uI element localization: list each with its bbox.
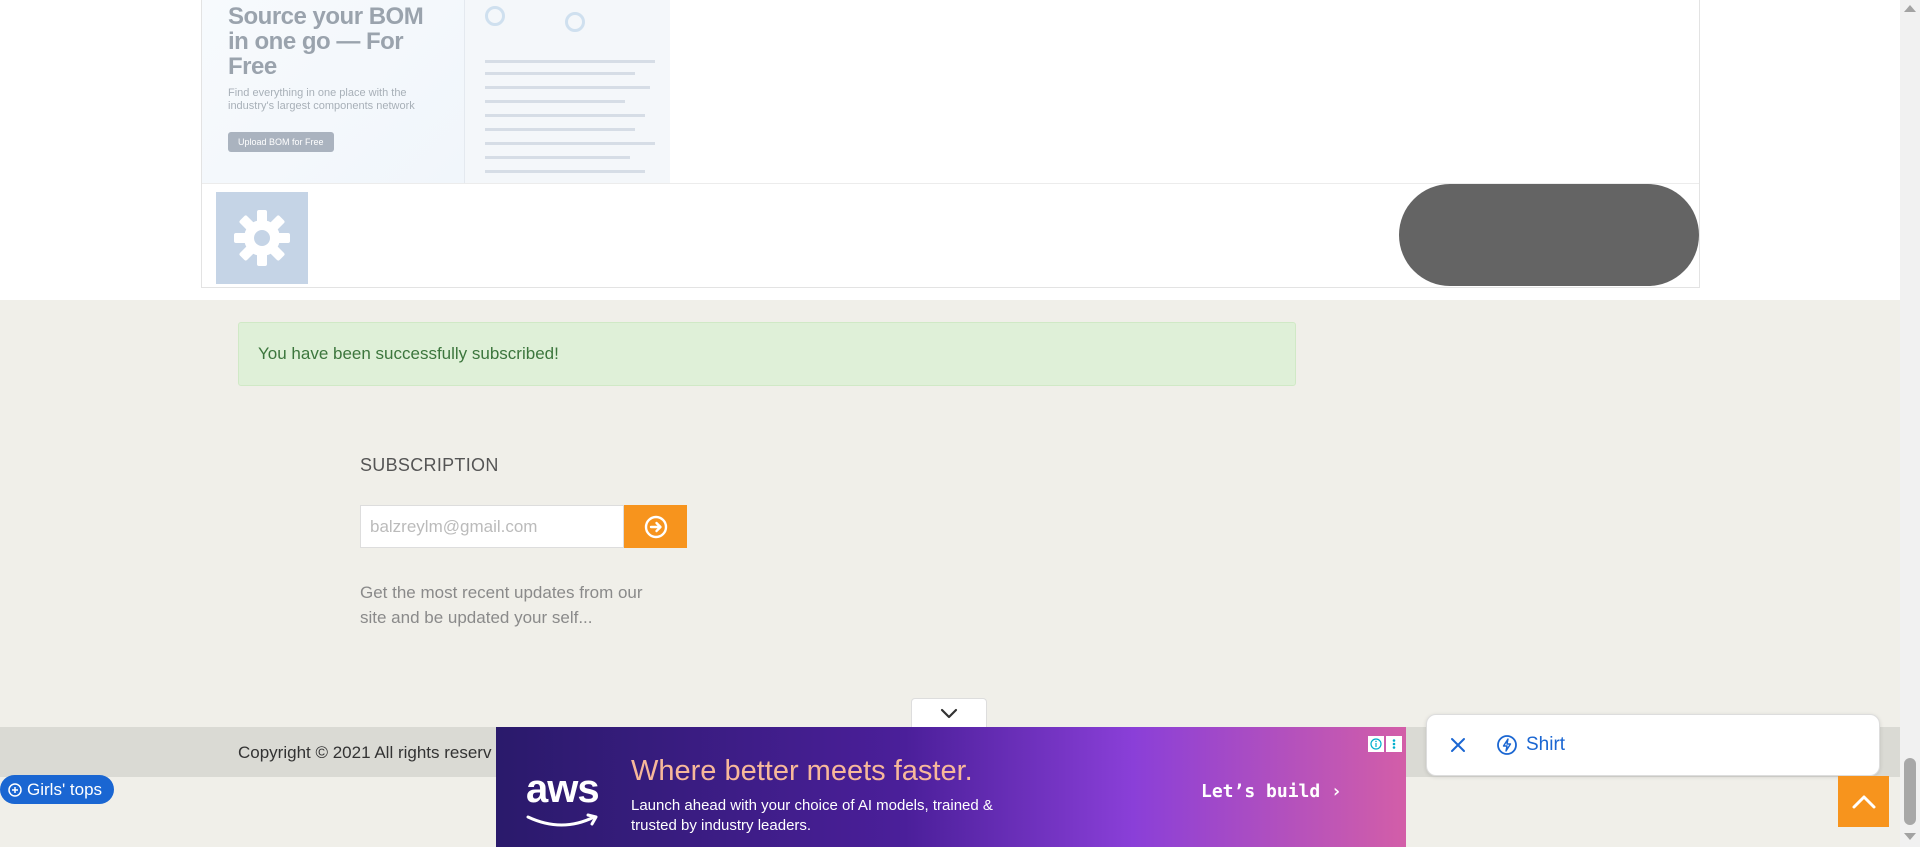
scroll-up-arrow-icon[interactable]: [1904, 5, 1916, 12]
scroll-down-arrow-icon[interactable]: [1904, 833, 1916, 840]
chart-donut-icon: [565, 12, 585, 32]
ad-info-icon[interactable]: [1368, 736, 1384, 752]
scroll-to-top-button[interactable]: [1838, 776, 1889, 827]
aws-ad-banner[interactable]: aws Where better meets faster. Launch ah…: [496, 727, 1406, 847]
bom-ad-screenshot: [464, 0, 670, 183]
girls-tops-label: Girls' tops: [27, 779, 103, 799]
ad-menu-icon[interactable]: [1386, 736, 1402, 752]
subscription-description: Get the most recent updates from our sit…: [360, 583, 643, 627]
ad-container: Source your BOM in one go — For Free Fin…: [201, 0, 1700, 288]
shirt-label[interactable]: Shirt: [1526, 734, 1565, 756]
girls-tops-chip[interactable]: Girls' tops: [0, 775, 115, 804]
aws-ad-body: Launch ahead with your choice of AI mode…: [631, 797, 993, 834]
chevron-down-icon: [940, 708, 958, 719]
chevron-up-icon: [1852, 795, 1875, 808]
close-icon[interactable]: [1447, 734, 1469, 756]
subscribe-button[interactable]: [624, 505, 687, 548]
gear-icon[interactable]: [216, 192, 308, 284]
aws-ad-headline: Where better meets faster.: [631, 755, 973, 787]
aws-ad-cta[interactable]: Let’s build ›: [1201, 781, 1342, 802]
chart-donut-icon: [485, 6, 505, 26]
aws-smile-icon: [526, 813, 598, 827]
top-content-area: Source your BOM in one go — For Free Fin…: [0, 0, 1900, 300]
scrollbar-thumb[interactable]: [1904, 758, 1916, 825]
page-scrollbar[interactable]: [1900, 0, 1920, 847]
subscription-heading: SUBSCRIPTION: [360, 455, 499, 475]
copyright-text: Copyright © 2021 All rights reserv: [238, 743, 492, 762]
email-field[interactable]: [360, 505, 624, 548]
bolt-circle-icon: [1495, 733, 1519, 757]
bom-ad-subtitle: Find everything in one place with the in…: [228, 87, 415, 112]
aws-logo: aws: [526, 767, 600, 811]
success-alert: You have been successfully subscribed!: [238, 322, 1296, 386]
plus-circle-icon: [8, 782, 22, 797]
shirt-suggestion-card[interactable]: Shirt: [1426, 714, 1880, 776]
bom-ad-banner[interactable]: Source your BOM in one go — For Free Fin…: [202, 0, 670, 183]
ad-collapse-button[interactable]: [911, 698, 987, 729]
dark-pill-button[interactable]: [1399, 184, 1699, 286]
upload-bom-button[interactable]: Upload BOM for Free: [228, 132, 334, 152]
arrow-circle-right-icon: [644, 515, 667, 538]
bom-ad-title: Source your BOM in one go — For Free: [228, 3, 424, 80]
